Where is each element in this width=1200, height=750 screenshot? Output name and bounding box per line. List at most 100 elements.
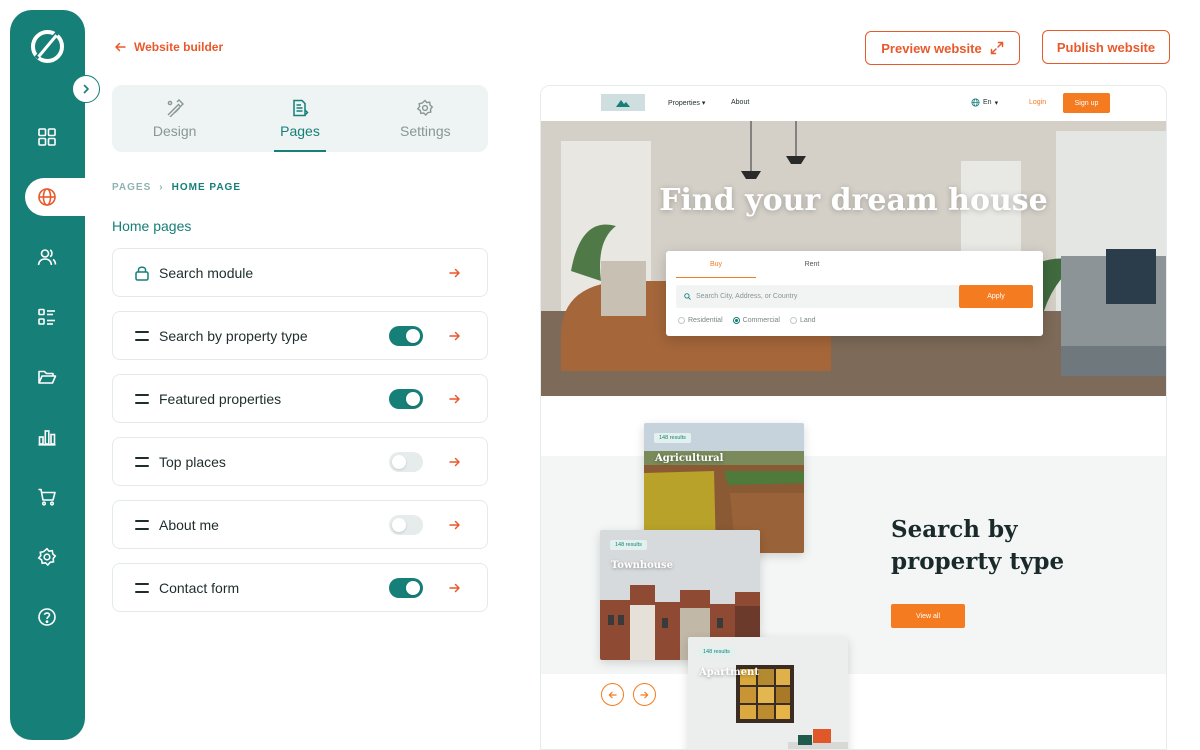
arrow-right-icon[interactable] [449,520,461,530]
hero-search-card: Buy Rent Search City, Address, or Countr… [666,251,1043,336]
globe-icon [971,98,980,107]
preview-nav-properties[interactable]: Properties ▾ [668,99,705,107]
arrow-right-icon [640,691,649,698]
property-type-radios: Residential Commercial Land [678,317,816,324]
card-title: Agricultural [655,453,724,464]
sidebar-item-listings[interactable] [32,302,62,332]
module-row[interactable]: Contact form [112,563,488,612]
module-label: Contact form [159,579,240,596]
preview-nav-properties-label: Properties [668,100,700,107]
radio-circle-icon [678,317,685,324]
help-icon [38,608,56,626]
sidebar-item-website[interactable] [32,182,62,212]
module-row[interactable]: Top places [112,437,488,486]
chevron-right-icon [83,84,89,94]
radio-label: Commercial [742,317,780,324]
arrow-right-icon[interactable] [449,394,461,404]
sidebar-item-users[interactable] [32,242,62,272]
sidebar-item-store[interactable] [32,482,62,512]
sidebar-item-analytics[interactable] [32,422,62,452]
arrow-right-icon[interactable] [449,457,461,467]
module-label: Search module [159,264,254,281]
preview-logo[interactable] [601,94,645,111]
arrow-left-icon [115,42,126,52]
tab-pages[interactable]: Pages [237,85,362,152]
drag-handle-icon[interactable] [135,330,149,341]
chevron-right-icon: › [159,182,164,193]
radio-commercial[interactable]: Commercial [732,317,780,324]
sidebar-item-files[interactable] [32,362,62,392]
design-icon [167,98,184,117]
brand-logo[interactable] [31,30,64,63]
preview-hero: Find your dream house Buy Rent Search Ci… [541,121,1166,396]
breadcrumb-root[interactable]: PAGES [112,182,151,193]
dashboard-icon [38,128,56,146]
sidebar-item-help[interactable] [32,602,62,632]
gear-icon [417,99,434,116]
publish-website-label: Publish website [1056,39,1156,55]
drag-handle-icon[interactable] [135,582,149,593]
search-icon [684,293,691,300]
module-toggle[interactable] [389,325,423,346]
tab-pages-label: Pages [280,122,320,139]
drag-handle-icon[interactable] [135,393,149,404]
sidebar-item-settings[interactable] [32,542,62,572]
website-preview: Properties ▾ About En ▾ Login Sign up Fi… [540,85,1167,750]
back-link[interactable]: Website builder [114,40,223,54]
module-label: Featured properties [159,390,282,407]
result-count-badge: 148 results [610,540,647,550]
search-location-input[interactable]: Search City, Address, or Country [676,285,959,308]
radio-residential[interactable]: Residential [678,317,723,324]
tab-design[interactable]: Design [112,85,237,152]
preview-signup-button[interactable]: Sign up [1063,93,1110,113]
arrow-right-icon[interactable] [449,268,461,278]
preview-website-button[interactable]: Preview website [865,31,1020,65]
result-count-badge: 148 results [698,647,735,657]
section-heading: Search by property type [891,516,1065,575]
preview-language-select[interactable]: En ▾ [971,98,998,107]
drag-handle-icon[interactable] [135,519,149,530]
preview-navbar: Properties ▾ About En ▾ Login Sign up [541,86,1166,121]
preview-website-label: Preview website [881,40,982,56]
module-toggle[interactable] [389,451,423,472]
publish-website-button[interactable]: Publish website [1042,30,1170,64]
users-icon [37,249,57,266]
arrow-right-icon[interactable] [449,331,461,341]
expand-icon [990,41,1003,55]
preview-language-label: En [983,99,992,106]
module-row[interactable]: Featured properties [112,374,488,423]
view-all-button[interactable]: View all [891,604,965,628]
arrow-right-icon[interactable] [449,583,461,593]
radio-land[interactable]: Land [789,317,816,324]
search-input-placeholder: Search City, Address, or Country [696,293,798,300]
arrow-left-icon [608,691,617,698]
preview-nav-about[interactable]: About [731,99,749,106]
card-title: Apartment [699,667,759,678]
module-label: About me [159,516,219,533]
module-row[interactable]: About me [112,500,488,549]
module-row[interactable]: Search by property type [112,311,488,360]
search-apply-button[interactable]: Apply [959,285,1033,308]
property-card-apartment[interactable]: 148 results Apartment [688,637,848,749]
module-toggle[interactable] [389,388,423,409]
settings-icon [37,547,57,567]
section-title: Home pages [112,218,192,234]
module-row[interactable]: Search module [112,248,488,297]
card-title: Townhouse [611,560,674,571]
mountain-icon [616,99,630,107]
carousel-prev-button[interactable] [601,683,624,706]
sidebar-collapse-button[interactable] [72,75,100,103]
sidebar-item-dashboard[interactable] [32,122,62,152]
drag-handle-icon[interactable] [135,456,149,467]
search-tab-buy[interactable]: Buy [676,251,756,278]
preview-login-link[interactable]: Login [1029,99,1046,106]
breadcrumb-current: HOME PAGE [171,182,242,193]
app: Website builder Design Pages Settings PA… [0,0,1200,750]
carousel-next-button[interactable] [633,683,656,706]
module-toggle[interactable] [389,514,423,535]
module-toggle[interactable] [389,577,423,598]
list-icon [38,308,55,325]
search-tab-rent[interactable]: Rent [772,251,852,278]
breadcrumb: PAGES › HOME PAGE [112,182,241,193]
tab-settings[interactable]: Settings [363,85,488,152]
